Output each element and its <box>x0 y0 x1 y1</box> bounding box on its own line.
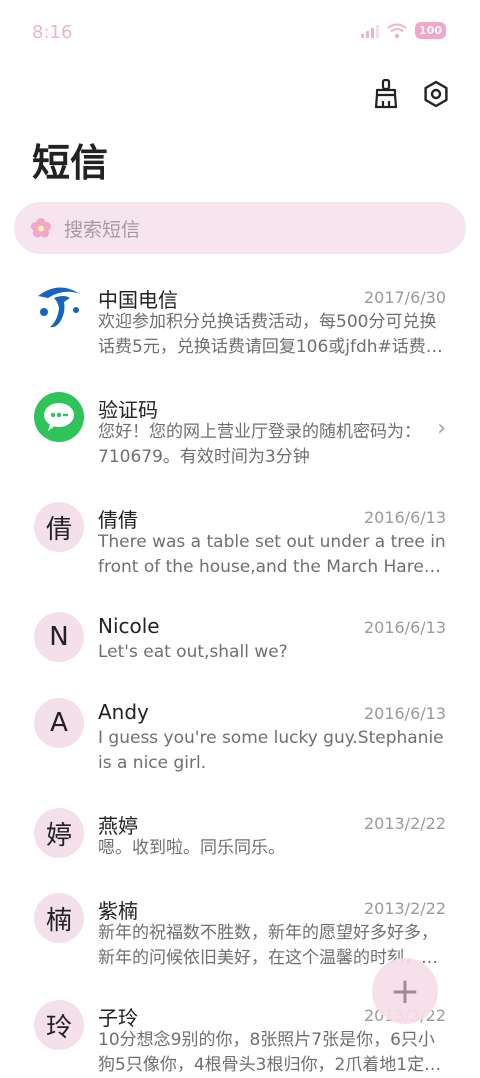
china-telecom-logo <box>34 282 84 332</box>
status-bar: 8:16 100 <box>0 0 480 64</box>
broom-icon <box>374 79 398 109</box>
conversation-name: 倩倩 <box>98 508 138 532</box>
wifi-icon <box>387 23 407 38</box>
search-input[interactable]: 搜索短信 <box>64 215 140 242</box>
avatar: 倩 <box>34 502 84 552</box>
conversation-name: 紫楠 <box>98 899 138 923</box>
new-message-button[interactable]: + <box>372 958 438 1024</box>
conversation-item[interactable]: 倩 倩倩 2016/6/13 There was a table set out… <box>0 482 480 588</box>
conversation-preview: 10分想念9别的你，8张照片7张是你，6只小狗5只像你，4根骨头3根归你，2爪着… <box>98 1030 442 1075</box>
conversation-date: 2013/2/22 <box>363 814 446 833</box>
status-icons: 100 <box>361 22 446 39</box>
avatar: 婷 <box>34 808 84 858</box>
conversation-name: 燕婷 <box>98 814 138 838</box>
conversation-name: 中国电信 <box>98 288 178 312</box>
gear-icon <box>424 80 448 108</box>
plus-icon: + <box>389 970 421 1012</box>
conversation-date: 2016/6/13 <box>363 704 446 723</box>
conversation-item[interactable]: 中国电信 2017/6/30 欢迎参加积分兑换话费活动，每500分可兑换话费5元… <box>0 262 480 368</box>
battery-indicator: 100 <box>415 22 446 39</box>
toolbar <box>370 78 452 110</box>
conversation-item[interactable]: 婷 燕婷 2013/2/22 嗯。收到啦。同乐同乐。 <box>0 788 480 868</box>
conversation-item[interactable]: 验证码 › 您好！您的网上营业厅登录的随机密码为：710679。有效时间为3分钟 <box>0 372 480 478</box>
conversation-preview: 嗯。收到啦。同乐同乐。 <box>98 838 285 858</box>
status-time: 8:16 <box>32 22 73 43</box>
conversation-date: 2016/6/13 <box>363 508 446 527</box>
clean-button[interactable] <box>370 78 402 110</box>
conversation-item[interactable]: A Andy 2016/6/13 I guess you're some luc… <box>0 678 480 784</box>
signal-icon <box>361 24 380 38</box>
conversation-preview: Let's eat out,shall we? <box>98 642 288 662</box>
conversation-name: Nicole <box>98 614 160 638</box>
conversation-preview: 您好！您的网上营业厅登录的随机密码为：710679。有效时间为3分钟 <box>98 422 421 467</box>
conversation-preview: 欢迎参加积分兑换话费活动，每500分可兑换话费5元，兑换话费请回复106或jfd… <box>98 312 443 357</box>
flower-icon <box>30 217 52 239</box>
conversation-date: 2016/6/13 <box>363 618 446 637</box>
search-bar[interactable]: 搜索短信 <box>14 202 466 254</box>
avatar: 楠 <box>34 893 84 943</box>
page-title: 短信 <box>32 141 109 185</box>
conversation-name: Andy <box>98 700 149 724</box>
conversation-item[interactable]: N Nicole 2016/6/13 Let's eat out,shall w… <box>0 592 480 672</box>
avatar: N <box>34 612 84 662</box>
conversation-name: 子玲 <box>98 1006 138 1030</box>
conversation-date: 2013/2/22 <box>363 899 446 918</box>
avatar: 玲 <box>34 1000 84 1050</box>
settings-button[interactable] <box>420 78 452 110</box>
conversation-preview: There was a table set out under a tree i… <box>98 532 446 577</box>
avatar: A <box>34 698 84 748</box>
conversation-preview: I guess you're some lucky guy.Stephanie … <box>98 728 444 773</box>
message-bubble-icon <box>34 392 84 442</box>
conversation-date: 2017/6/30 <box>363 288 446 307</box>
conversation-name: 验证码 <box>98 398 158 422</box>
